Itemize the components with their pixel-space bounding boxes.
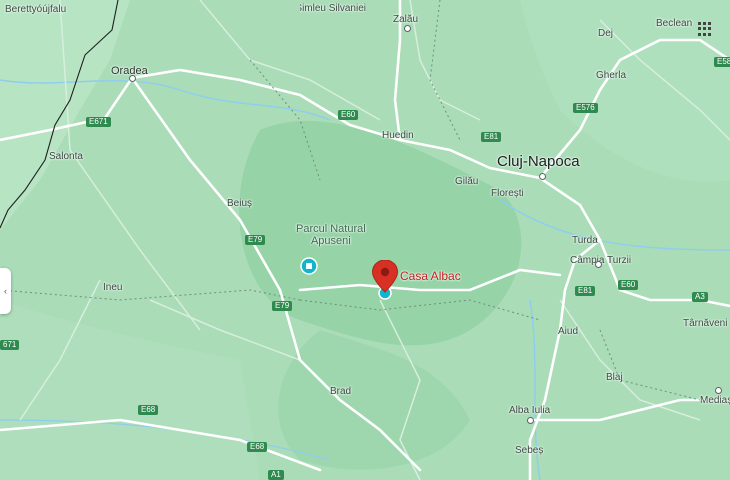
park-marker-icon[interactable] (300, 257, 318, 275)
road-shield: A1 (268, 470, 284, 480)
town-dot (714, 386, 722, 394)
town-dot (538, 172, 546, 180)
map-canvas[interactable]: Berettyóújfalu Salonta Beiuș Ineu Brad H… (0, 0, 730, 480)
road-shield: E79 (245, 235, 266, 245)
town-label: Berettyóújfalu (5, 4, 67, 15)
town-label: Gherla (596, 70, 627, 81)
road-shield: E81 (575, 286, 596, 296)
road-shield: E58 (714, 57, 730, 67)
town-label: Salonta (49, 151, 83, 162)
town-label: Gilău (455, 176, 479, 187)
town-dot (403, 24, 411, 32)
town-label: Aiud (558, 326, 579, 337)
road-shield: E81 (481, 132, 502, 142)
road-shield: E671 (86, 117, 111, 127)
apps-grid-icon[interactable] (698, 22, 712, 36)
town-label: Blaj (606, 372, 623, 383)
town-dot (128, 74, 136, 82)
town-label: Brad (330, 386, 352, 397)
road-shield: E68 (138, 405, 159, 415)
town-label: Zalău (393, 14, 419, 25)
town-label: Alba Iulia (509, 405, 551, 416)
road-shield: E60 (618, 280, 639, 290)
road-shield: 671 (0, 340, 20, 350)
town-label: Sebeș (515, 445, 544, 456)
road-shield: E68 (247, 442, 268, 452)
town-label: Beclean (656, 18, 693, 29)
pin-label[interactable]: Casa Albac (400, 270, 461, 283)
town-label: Târnăveni (683, 318, 728, 329)
town-dot (594, 260, 602, 268)
collapse-panel-button[interactable]: ‹ (0, 268, 11, 314)
road-shield: E60 (338, 110, 359, 120)
town-label: Turda (572, 235, 598, 246)
town-label: Huedin (382, 130, 414, 141)
town-label: Dej (598, 28, 614, 39)
city-label: Cluj-Napoca (497, 153, 580, 170)
location-pin-icon[interactable] (372, 260, 398, 300)
town-label: Ineu (103, 282, 123, 293)
town-label: Florești (491, 188, 524, 199)
road-shield: E79 (272, 301, 293, 311)
park-label: Parcul Natural Apuseni (296, 223, 366, 247)
town-label: Mediaș (700, 395, 730, 406)
town-label: Șimleu Silvaniei (300, 3, 366, 14)
road-shield: A3 (692, 292, 708, 302)
road-shield: E576 (573, 103, 598, 113)
town-dot (526, 416, 534, 424)
chevron-left-icon: ‹ (4, 286, 7, 296)
town-label: Beiuș (227, 198, 253, 209)
